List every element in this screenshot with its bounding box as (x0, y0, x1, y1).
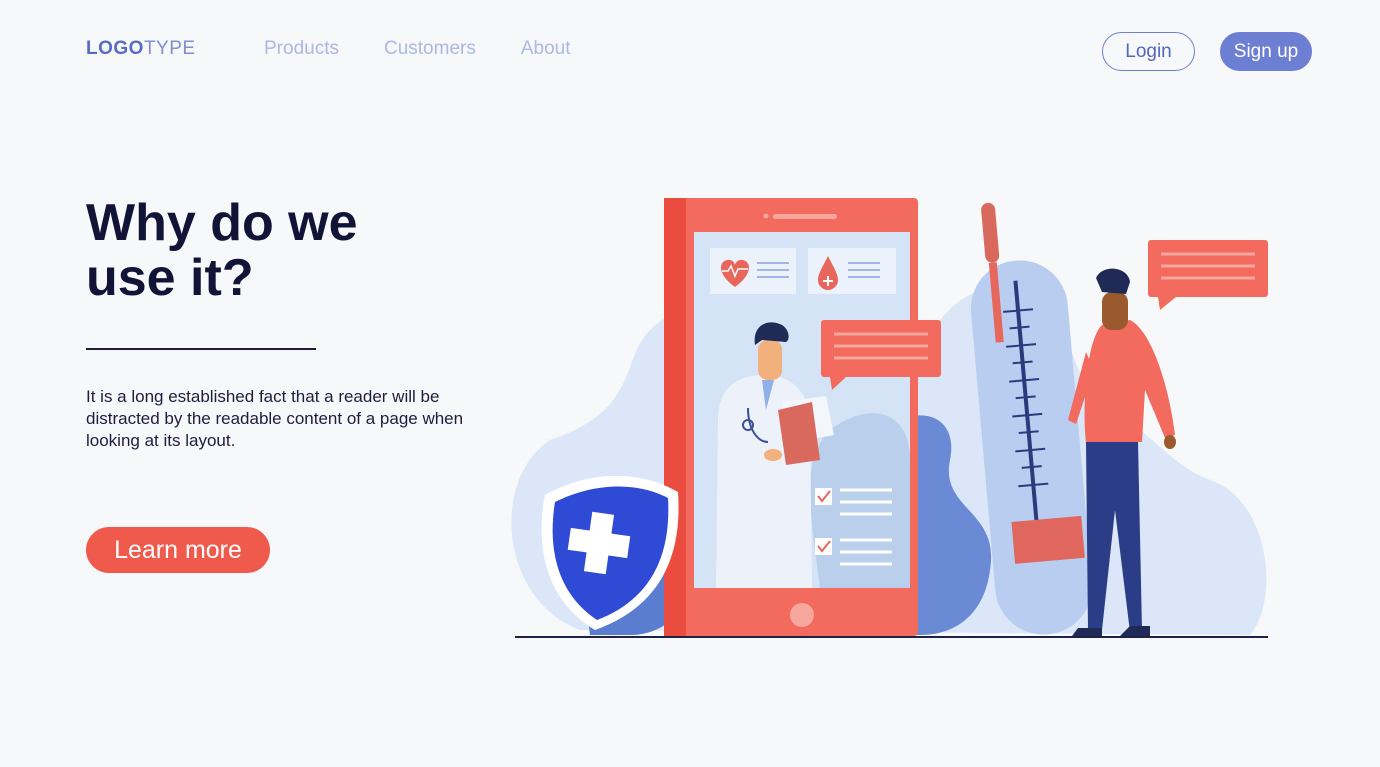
login-button[interactable]: Login (1102, 32, 1195, 71)
hero-title: Why do we use it? (86, 196, 506, 306)
logo[interactable]: LOGOTYPE (86, 38, 196, 60)
top-navigation: LOGOTYPE Products Customers About Login … (0, 0, 1380, 100)
nav-link-customers[interactable]: Customers (384, 38, 476, 60)
learn-more-button[interactable]: Learn more (86, 527, 270, 573)
patient-speech-bubble (1148, 240, 1268, 310)
signup-button[interactable]: Sign up (1220, 32, 1312, 71)
nav-links: Products Customers About (264, 38, 571, 60)
nav-link-about[interactable]: About (521, 38, 571, 60)
logo-light-part: TYPE (143, 38, 196, 59)
hero-title-line2: use it? (86, 249, 254, 307)
hero-title-line1: Why do we (86, 194, 358, 252)
hero-divider (86, 348, 316, 350)
hero-paragraph: It is a long established fact that a rea… (86, 387, 464, 450)
medical-illustration (511, 198, 1268, 638)
nav-link-products[interactable]: Products (264, 38, 339, 60)
logo-bold-part: LOGO (86, 38, 144, 59)
